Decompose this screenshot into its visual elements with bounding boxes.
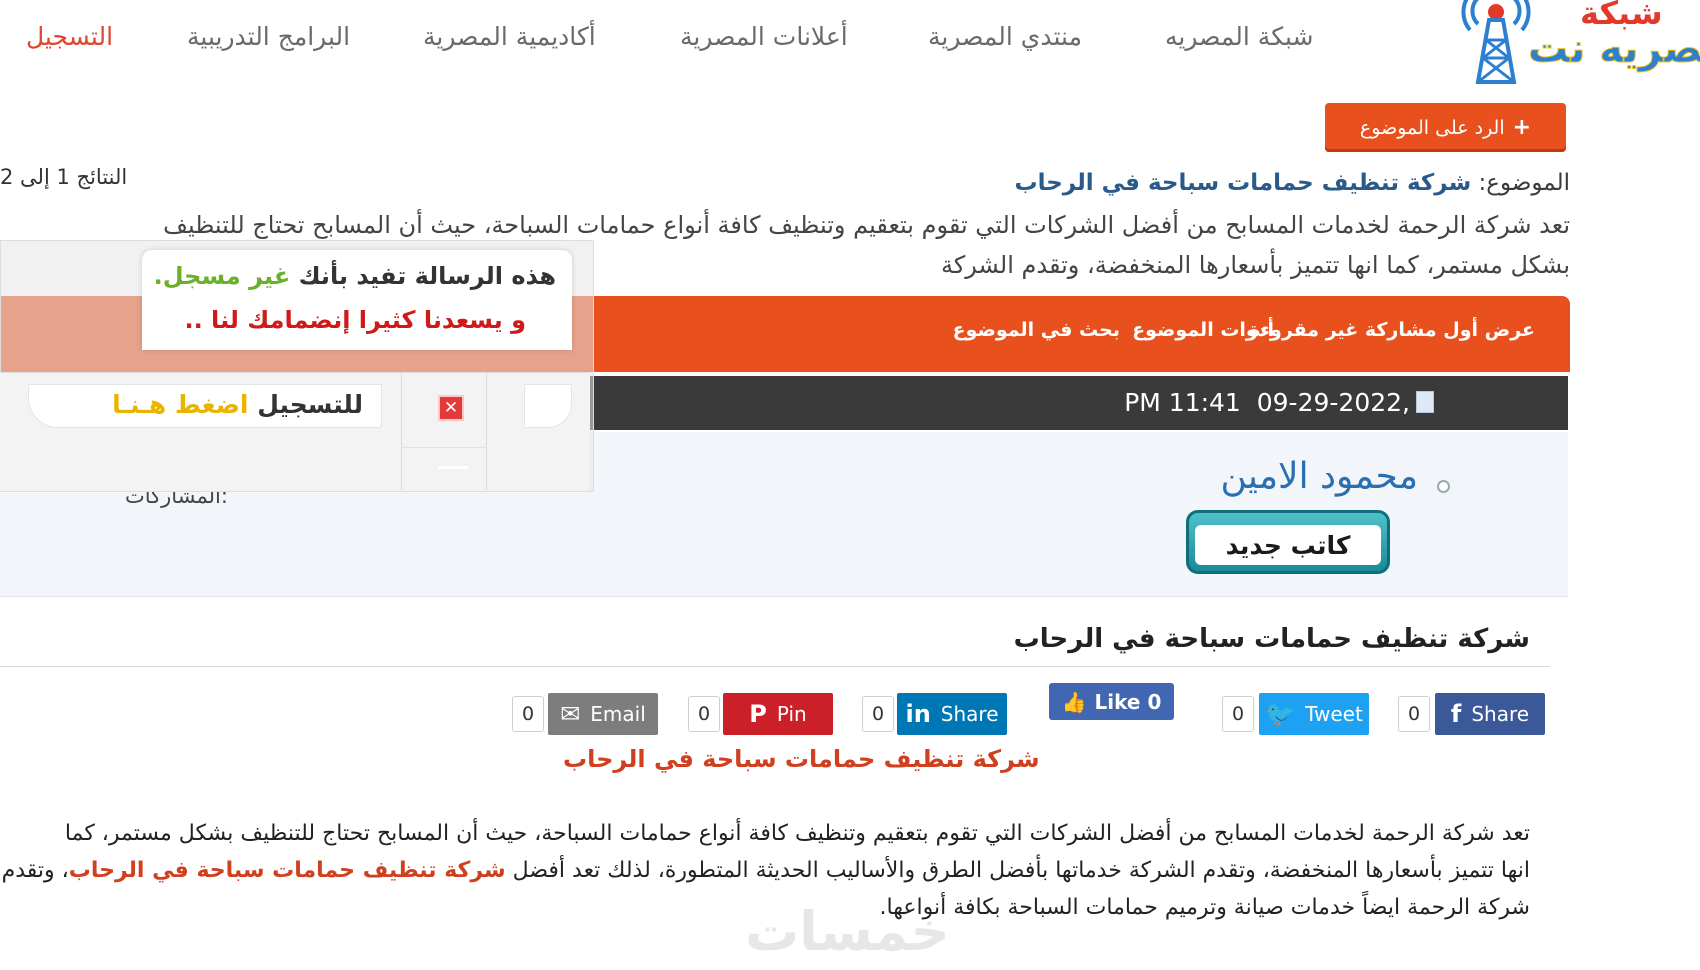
pinterest-share-count: 0 [688,696,720,732]
divider [0,666,1550,667]
facebook-icon: f [1450,700,1462,728]
rank-label: كاتب جديد [1195,525,1381,565]
post-time: PM 11:41 [1124,388,1241,417]
nav-forum[interactable]: منتدي المصرية [928,22,1082,51]
envelope-icon: ✉ [560,700,581,728]
reply-to-topic-button[interactable]: + الرد على الموضوع [1325,103,1566,152]
like-label: Like 0 [1094,689,1162,714]
watermark: خمسات [745,900,950,963]
results-count: النتائج 1 إلى 2 [0,165,128,189]
post-datetime: PM 11:41 09-29-2022, [1124,388,1410,417]
minimize-icon[interactable] [438,466,468,469]
keyword-link[interactable]: شركة تنظيف حمامات سباحة في الرحاب [69,858,506,883]
guest-notice-status: غير مسجل. [153,262,291,290]
linkedin-icon: in [905,700,931,728]
post-body-text: انها تتميز بأسعارها المنخفضة، وتقدم الشر… [512,858,1530,883]
twitter-share-count: 0 [1222,696,1254,732]
twitter-bird-icon: 🐦 [1265,700,1296,728]
register-here-link[interactable]: للتسجيل اضغط هـنـا [28,384,382,428]
facebook-share-count: 0 [1398,696,1430,732]
facebook-like-button[interactable]: 👍 Like 0 [1049,683,1174,720]
close-icon[interactable]: ✕ [438,395,464,421]
email-share-count: 0 [512,696,544,732]
topic-title-link[interactable]: شركة تنظيف حمامات سباحة في الرحاب [1014,170,1471,196]
guest-notice-line: هذه الرسالة تفيد بأنك غير مسجل. [154,262,556,290]
topic-label: الموضوع: [1478,170,1570,196]
topic-summary-line: تعد شركة الرحمة لخدمات المسابح من أفضل ا… [163,211,1570,239]
thumbs-up-icon: 👍 [1061,689,1087,714]
guest-notice-invite: و يسعدنا كثيرا إنضمامك لنا .. [184,306,526,334]
first-unread-link[interactable]: عرض أول مشاركة غير مقروءة [1249,319,1535,341]
register-text: للتسجيل [257,390,363,419]
tweet-label: Tweet [1305,702,1363,726]
divider [486,372,487,490]
post-body-line: تعد شركة الرحمة لخدمات المسابح من أفضل ا… [64,821,1530,846]
facebook-share-button[interactable]: f Share [1435,693,1545,735]
logo-text-bottom: مصريه نت [1528,26,1700,73]
post-date: 09-29-2022, [1256,388,1410,417]
antenna-tower-icon [1461,0,1531,84]
nav-ads[interactable]: أعلانات المصرية [680,22,848,51]
document-icon [1416,391,1434,413]
username-link[interactable]: محمود الامين [1221,456,1419,497]
twitter-tweet-button[interactable]: 🐦 Tweet [1259,693,1369,735]
post-body-line: انها تتميز بأسعارها المنخفضة، وتقدم الشر… [0,852,1530,889]
guest-notice-text: هذه الرسالة تفيد بأنك [298,262,556,290]
post-body-text: ، وتقدم [1,858,69,883]
linkedin-share-count: 0 [862,696,894,732]
linkedin-share-label: Share [940,702,999,726]
reply-label: الرد على الموضوع [1359,116,1505,139]
content-heading: شركة تنظيف حمامات سباحة في الرحاب [563,745,1040,773]
site-logo[interactable]: شبكة مصريه نت [1456,0,1700,84]
click-here-text: اضغط هـنـا [112,390,249,419]
facebook-share-label: Share [1471,702,1530,726]
search-thread-menu[interactable]: بحث في الموضوع [953,319,1120,341]
email-label: Email [590,702,646,726]
nav-training-programs[interactable]: البرامج التدريبية [187,22,350,51]
thread-tools-menu[interactable]: أدوات الموضوع [1132,319,1274,341]
divider [401,447,487,448]
nav-register[interactable]: التسجيل [26,22,113,51]
offline-status-icon [1437,480,1450,493]
plus-icon: + [1512,115,1532,140]
post-title: شركة تنظيف حمامات سباحة في الرحاب [1013,624,1530,654]
guest-notice-message: هذه الرسالة تفيد بأنك غير مسجل. و يسعدنا… [142,250,572,350]
rank-badge: كاتب جديد [1186,510,1390,574]
pin-label: Pin [776,702,807,726]
register-link-label: للتسجيل اضغط هـنـا [112,390,363,419]
topic-heading: الموضوع: شركة تنظيف حمامات سباحة في الرح… [1014,170,1570,196]
nav-academy[interactable]: أكاديمية المصرية [423,22,596,51]
linkedin-share-button[interactable]: in Share [897,693,1007,735]
nav-network[interactable]: شبكة المصريه [1165,22,1314,51]
email-share-button[interactable]: ✉ Email [548,693,658,735]
pinterest-icon: P [749,700,767,728]
pinterest-pin-button[interactable]: P Pin [723,693,833,735]
divider [401,372,402,490]
